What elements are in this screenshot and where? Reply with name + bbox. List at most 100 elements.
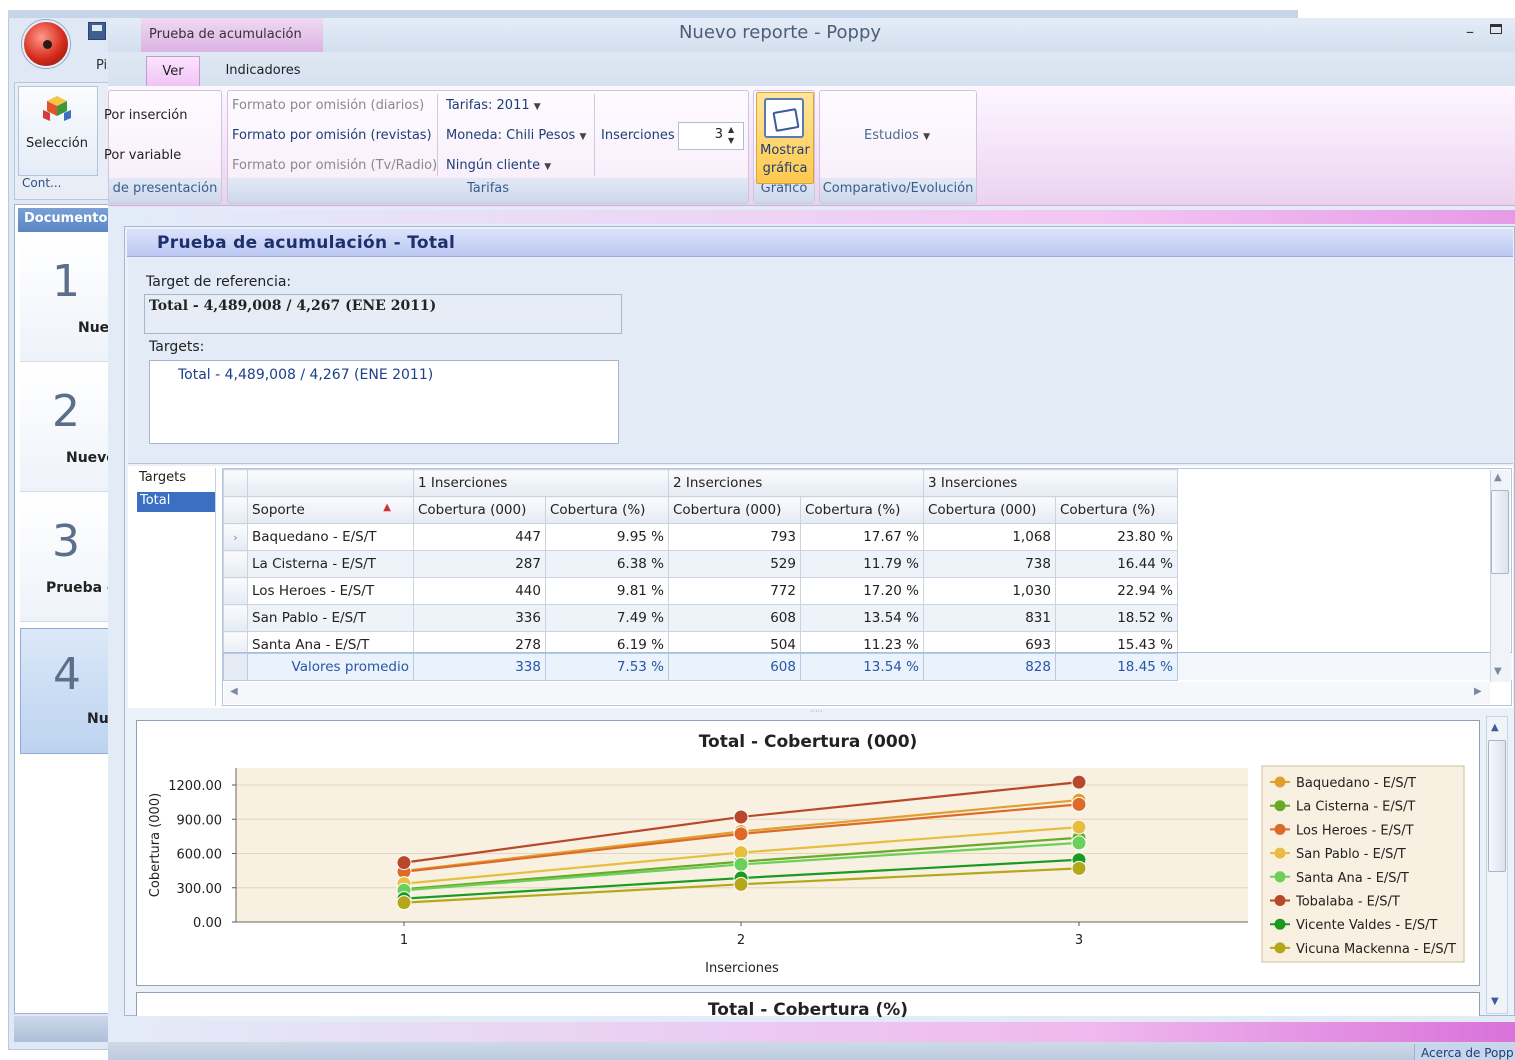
chevron-down-icon: ▼ — [923, 132, 930, 142]
targets-list-header: Targets — [139, 470, 186, 485]
seleccion-label: Selección — [26, 136, 88, 151]
empty-header — [247, 469, 414, 497]
value-cell: 16.44 % — [1055, 550, 1178, 578]
tab-ver[interactable]: Ver — [146, 56, 200, 86]
value-cell: 11.79 % — [800, 550, 924, 578]
data-point — [396, 855, 412, 871]
x-axis-label: Inserciones — [705, 961, 779, 976]
document-item[interactable]: 2 Nuevo — [20, 366, 110, 492]
minimize-icon[interactable]: – — [1466, 22, 1474, 41]
soporte-cell: La Cisterna - E/S/T — [247, 550, 414, 578]
y-tick-label: 900.00 — [177, 813, 223, 828]
column-header-row: Soporte ▲ Cobertura (000) Cobertura (%) C… — [223, 496, 1178, 524]
document-number: 1 — [52, 256, 80, 307]
tarifas-dropdown[interactable]: Tarifas: 2011 ▼ — [446, 98, 541, 113]
document-name: Prueba c — [46, 580, 110, 596]
por-variable-button[interactable]: Por variable — [104, 148, 181, 163]
column-header[interactable]: Cobertura (%) — [1055, 496, 1178, 524]
data-point — [1071, 835, 1087, 851]
group-header: 2 Inserciones — [668, 469, 924, 497]
table-row[interactable]: La Cisterna - E/S/T 287 6.38 % 529 11.79… — [223, 550, 1178, 578]
formato-tvradio[interactable]: Formato por omisión (Tv/Radio) — [232, 158, 437, 173]
legend-marker — [1274, 800, 1286, 812]
column-header[interactable]: Cobertura (000) — [668, 496, 801, 524]
targets-listbox-item[interactable]: Total - 4,489,008 / 4,267 (ENE 2011) — [178, 367, 433, 383]
legend-label: Vicente Valdes - E/S/T — [1296, 918, 1437, 933]
decorative-strip — [108, 210, 1515, 224]
targets-listbox[interactable]: Total - 4,489,008 / 4,267 (ENE 2011) — [149, 360, 619, 444]
tab-indicadores[interactable]: Indicadores — [218, 56, 308, 86]
document-name: Nuevo — [66, 450, 110, 466]
column-header[interactable]: Cobertura (000) — [413, 496, 546, 524]
formato-diarios[interactable]: Formato por omisión (diarios) — [232, 98, 424, 113]
row-selector[interactable] — [223, 604, 248, 632]
value-cell: 529 — [668, 550, 801, 578]
column-header[interactable]: Cobertura (%) — [545, 496, 669, 524]
row-selector — [223, 653, 248, 681]
average-value: 608 — [668, 653, 801, 681]
value-cell: 17.20 % — [800, 577, 924, 605]
formato-revistas[interactable]: Formato por omisión (revistas) — [232, 128, 432, 143]
document-item[interactable]: 3 Prueba c — [20, 496, 110, 622]
chevron-down-icon: ▼ — [533, 102, 541, 112]
maximize-icon[interactable] — [1490, 24, 1502, 34]
scroll-left-icon[interactable]: ◀ — [230, 686, 238, 697]
about-button[interactable]: Acerca de Popp — [1414, 1044, 1515, 1060]
row-selector[interactable] — [223, 577, 248, 605]
table-row[interactable]: › Baquedano - E/S/T 447 9.95 % 793 17.67… — [223, 523, 1178, 551]
save-icon[interactable] — [88, 22, 106, 40]
grid-horizontal-scrollbar[interactable] — [224, 682, 1490, 704]
group-header: 3 Inserciones — [923, 469, 1178, 497]
row-selector[interactable] — [223, 550, 248, 578]
value-cell: 440 — [413, 577, 546, 605]
group-header: 1 Inserciones — [413, 469, 669, 497]
context-tab[interactable]: Prueba de acumulación — [141, 18, 323, 52]
column-header[interactable]: Cobertura (000) — [923, 496, 1056, 524]
cont-group-label[interactable]: Cont... — [22, 176, 61, 190]
value-cell: 17.67 % — [800, 523, 924, 551]
document-item[interactable]: 1 Nue — [20, 236, 110, 362]
scroll-right-icon[interactable]: ▶ — [1474, 686, 1482, 697]
scroll-down-icon[interactable]: ▼ — [1494, 666, 1502, 677]
average-value: 18.45 % — [1055, 653, 1178, 681]
targets-label: Targets: — [149, 339, 205, 355]
table-row[interactable]: San Pablo - E/S/T 336 7.49 % 608 13.54 %… — [223, 604, 1178, 632]
value-cell: 6.38 % — [545, 550, 669, 578]
column-header[interactable]: Cobertura (%) — [800, 496, 924, 524]
x-tick-label: 3 — [1075, 933, 1083, 948]
data-table: 1 Inserciones 2 Inserciones 3 Insercione… — [223, 469, 1178, 659]
scroll-up-icon[interactable]: ▲ — [1494, 472, 1502, 483]
data-point — [1071, 774, 1087, 790]
spin-down-icon[interactable]: ▼ — [728, 136, 734, 145]
document-item-active[interactable]: 4 Nu — [20, 628, 110, 754]
legend-marker — [1274, 895, 1286, 906]
estudios-dropdown[interactable]: Estudios ▼ — [864, 128, 930, 143]
grid-scroll-thumb[interactable] — [1491, 490, 1509, 574]
tarifas-group-label: Tarifas — [228, 178, 748, 203]
cubes-icon — [43, 96, 71, 121]
chart-scroll-thumb[interactable] — [1488, 740, 1506, 872]
por-insercion-button[interactable]: Por inserción — [104, 108, 187, 123]
column-header-soporte[interactable]: Soporte ▲ — [247, 496, 414, 524]
legend-label: Los Heroes - E/S/T — [1296, 823, 1414, 838]
chart-title: Total - Cobertura (000) — [699, 732, 918, 752]
average-row: Valores promedio 338 7.53 % 608 13.54 % … — [223, 652, 1512, 681]
scroll-down-icon[interactable]: ▼ — [1491, 996, 1499, 1007]
target-ref-field[interactable]: Total - 4,489,008 / 4,267 (ENE 2011) — [144, 294, 622, 334]
app-orb-icon[interactable] — [22, 20, 70, 68]
splitter-handle[interactable]: ····· — [810, 707, 823, 716]
cliente-dropdown[interactable]: Ningún cliente ▼ — [446, 158, 551, 173]
chart2-title: Total - Cobertura (%) — [707, 1000, 909, 1020]
targets-list-item-total[interactable]: Total — [137, 492, 215, 512]
value-cell: 738 — [923, 550, 1056, 578]
chart-icon — [764, 98, 804, 138]
table-row[interactable]: Los Heroes - E/S/T 440 9.81 % 772 17.20 … — [223, 577, 1178, 605]
spin-up-icon[interactable]: ▲ — [728, 125, 734, 134]
estudios-dropdown-label: Estudios — [864, 128, 919, 143]
scroll-up-icon[interactable]: ▲ — [1491, 722, 1499, 733]
group-header-row: 1 Inserciones 2 Inserciones 3 Insercione… — [223, 469, 1178, 497]
row-selector-icon[interactable]: › — [223, 523, 248, 551]
average-value: 13.54 % — [800, 653, 924, 681]
moneda-dropdown[interactable]: Moneda: Chili Pesos ▼ — [446, 128, 586, 143]
value-cell: 13.54 % — [800, 604, 924, 632]
